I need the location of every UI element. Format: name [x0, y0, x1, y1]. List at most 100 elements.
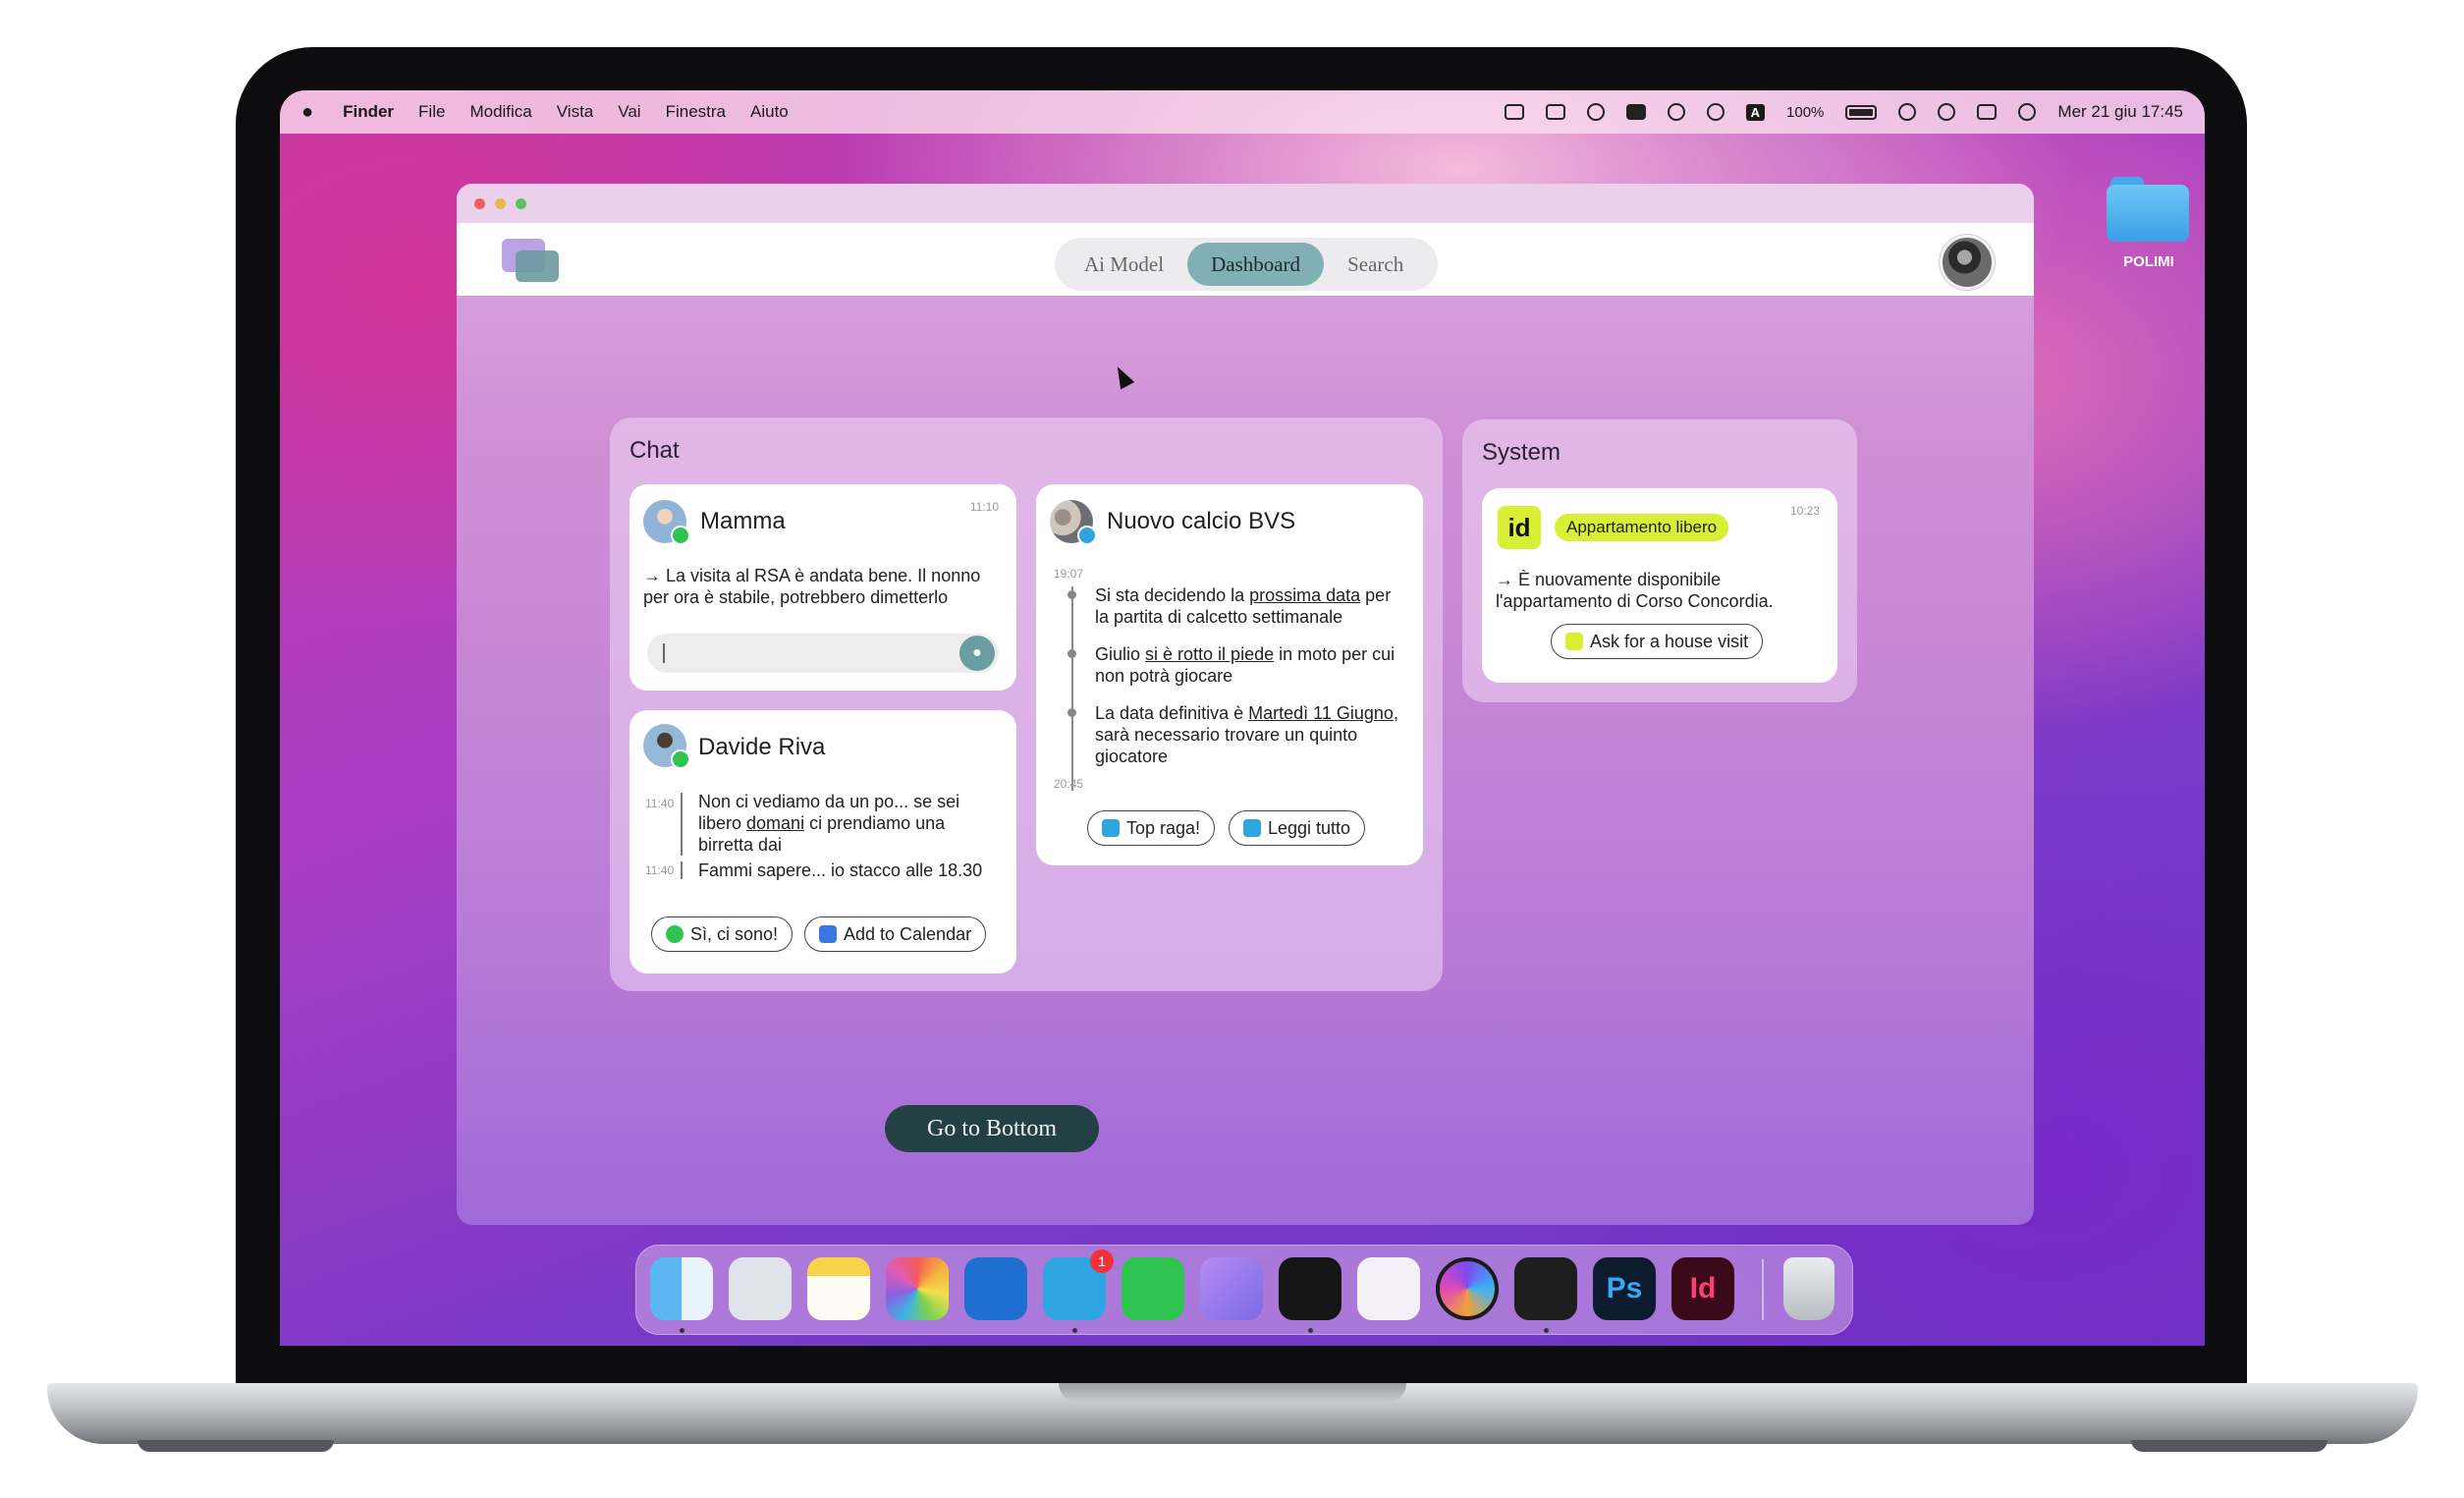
- contact-name: Mamma: [700, 508, 786, 534]
- menu-bar: ● Finder File Modifica Vista Vai Finestr…: [280, 90, 2205, 134]
- chat-card-mamma[interactable]: Mamma 11:10 → La visita al RSA è andata …: [630, 484, 1016, 691]
- microphone-icon[interactable]: ●: [959, 636, 995, 671]
- message-text: Non ci vediamo da un po... se sei libero…: [698, 792, 960, 855]
- chat-card-davide[interactable]: Davide Riva 11:40 Non ci vediamo da un p…: [630, 710, 1016, 973]
- menu-vista[interactable]: Vista: [557, 102, 594, 122]
- timeline-dot: [1068, 649, 1076, 658]
- laptop-foot-right: [2131, 1440, 2327, 1452]
- siri-icon[interactable]: [2018, 103, 2037, 121]
- group-name: Nuovo calcio BVS: [1107, 508, 1296, 534]
- figma-status-icon[interactable]: [1504, 104, 1524, 120]
- zoom-window-button[interactable]: [516, 197, 526, 209]
- play-icon[interactable]: [1706, 103, 1725, 121]
- menu-app-name[interactable]: Finder: [343, 102, 394, 122]
- add-to-calendar-button[interactable]: Add to Calendar: [804, 916, 987, 952]
- message-time: 11:40: [645, 797, 675, 810]
- photoshop-icon[interactable]: Ps: [1593, 1257, 1656, 1320]
- contact-avatar: [643, 724, 690, 769]
- read-all-button[interactable]: Leggi tutto: [1229, 810, 1366, 846]
- whatsapp-icon: [671, 749, 690, 769]
- trash-icon[interactable]: [1783, 1257, 1834, 1320]
- reply-yes-button[interactable]: Sì, ci sono!: [651, 916, 794, 952]
- notification-message: → È nuovamente disponibile l'appartament…: [1496, 570, 1774, 611]
- summary-item: Si sta decidendo la prossima data per la…: [1095, 585, 1392, 627]
- contact-name: Davide Riva: [698, 734, 826, 760]
- clock[interactable]: Mer 21 giu 17:45: [2057, 102, 2183, 122]
- user-avatar[interactable]: [1940, 235, 1995, 290]
- timeline-dot: [1068, 590, 1076, 599]
- battery-icon[interactable]: [1845, 104, 1878, 120]
- whatsapp-icon[interactable]: [1122, 1257, 1184, 1320]
- minimize-window-button[interactable]: [495, 197, 506, 209]
- timeline-end-time: 20:45: [1054, 777, 1084, 791]
- dashboard-app-icon[interactable]: [1357, 1257, 1420, 1320]
- text-caret: [663, 643, 665, 663]
- top-raga-button[interactable]: Top raga!: [1087, 810, 1216, 846]
- reply-input[interactable]: ●: [647, 634, 999, 673]
- status-area: A 100% Mer 21 giu 17:45: [1504, 102, 2183, 122]
- ask-house-visit-button[interactable]: Ask for a house visit: [1551, 624, 1764, 659]
- app-logo-icon[interactable]: [502, 239, 559, 282]
- telegram-icon: [1102, 819, 1120, 837]
- telegram-icon[interactable]: 1: [1043, 1249, 1114, 1320]
- apple-icon[interactable]: ●: [301, 101, 313, 124]
- contact-avatar: [643, 500, 690, 545]
- screen-share-icon[interactable]: [1545, 104, 1565, 120]
- menu-finestra[interactable]: Finestra: [666, 102, 726, 122]
- message-time: 11:40: [645, 863, 675, 877]
- tab-ai-model[interactable]: Ai Model: [1061, 243, 1187, 286]
- finder-icon[interactable]: [650, 1257, 713, 1320]
- chat-panel: Chat Mamma 11:10 → La visita al RSA è an…: [610, 417, 1443, 991]
- window-icon[interactable]: [1625, 104, 1646, 120]
- tab-dashboard[interactable]: Dashboard: [1187, 243, 1325, 286]
- search-icon[interactable]: [1938, 103, 1956, 121]
- message-app-icon: [671, 526, 690, 545]
- close-window-button[interactable]: [474, 197, 485, 209]
- menu-modifica[interactable]: Modifica: [469, 102, 531, 122]
- tab-search[interactable]: Search: [1324, 243, 1427, 286]
- menu-file[interactable]: File: [418, 102, 445, 122]
- airpods-icon[interactable]: [1667, 103, 1685, 121]
- battery-percent: 100%: [1786, 103, 1825, 121]
- app-header: Ai Model Dashboard Search: [457, 223, 2034, 296]
- message-preview: → La visita al RSA è andata bene. Il non…: [643, 566, 981, 607]
- figma-icon[interactable]: [1514, 1257, 1577, 1320]
- spotify-icon[interactable]: [1279, 1257, 1342, 1320]
- craft-icon[interactable]: [1200, 1257, 1263, 1320]
- folder-label[interactable]: POLIMI: [2095, 253, 2203, 270]
- go-to-bottom-button[interactable]: Go to Bottom: [885, 1105, 1099, 1152]
- input-source-icon[interactable]: A: [1745, 103, 1766, 121]
- menu-aiuto[interactable]: Aiuto: [750, 102, 789, 122]
- title-bar: [457, 184, 2034, 223]
- idealista-icon: [1565, 633, 1583, 650]
- calendar-icon: [819, 925, 837, 943]
- indesign-icon[interactable]: Id: [1671, 1257, 1734, 1320]
- recording-icon[interactable]: [1586, 103, 1605, 121]
- control-center-icon[interactable]: [1977, 104, 1998, 120]
- timeline-line: [1071, 586, 1073, 791]
- notes-icon[interactable]: [807, 1257, 870, 1320]
- whatsapp-icon: [666, 925, 684, 943]
- system-panel: System id Appartamento libero 10:23 → È …: [1462, 419, 1857, 702]
- wifi-icon[interactable]: [1898, 103, 1917, 121]
- telegram-icon: [1077, 526, 1097, 545]
- group-avatar: [1050, 500, 1097, 545]
- outlook-icon[interactable]: [964, 1257, 1027, 1320]
- notification-time: 10:23: [1789, 504, 1820, 518]
- menu-vai[interactable]: Vai: [618, 102, 640, 122]
- chat-panel-title: Chat: [630, 437, 680, 464]
- system-card[interactable]: id Appartamento libero 10:23 → È nuovame…: [1482, 488, 1837, 683]
- notification-badge: 1: [1090, 1249, 1114, 1273]
- chat-card-bvs[interactable]: Nuovo calcio BVS 19:07 Si sta decidendo …: [1036, 484, 1423, 865]
- arc-browser-icon[interactable]: [1436, 1257, 1499, 1320]
- folder-icon[interactable]: [2107, 177, 2189, 242]
- running-indicator: [1308, 1328, 1313, 1333]
- launchpad-icon[interactable]: [729, 1257, 792, 1320]
- photos-icon[interactable]: [886, 1257, 949, 1320]
- running-indicator: [680, 1328, 684, 1333]
- dock: 1 Ps Id: [635, 1245, 1853, 1335]
- summary-item: La data definitiva è Martedì 11 Giugno, …: [1095, 703, 1398, 766]
- running-indicator: [1544, 1328, 1549, 1333]
- timeline-start-time: 19:07: [1054, 567, 1084, 581]
- running-indicator: [1072, 1328, 1077, 1333]
